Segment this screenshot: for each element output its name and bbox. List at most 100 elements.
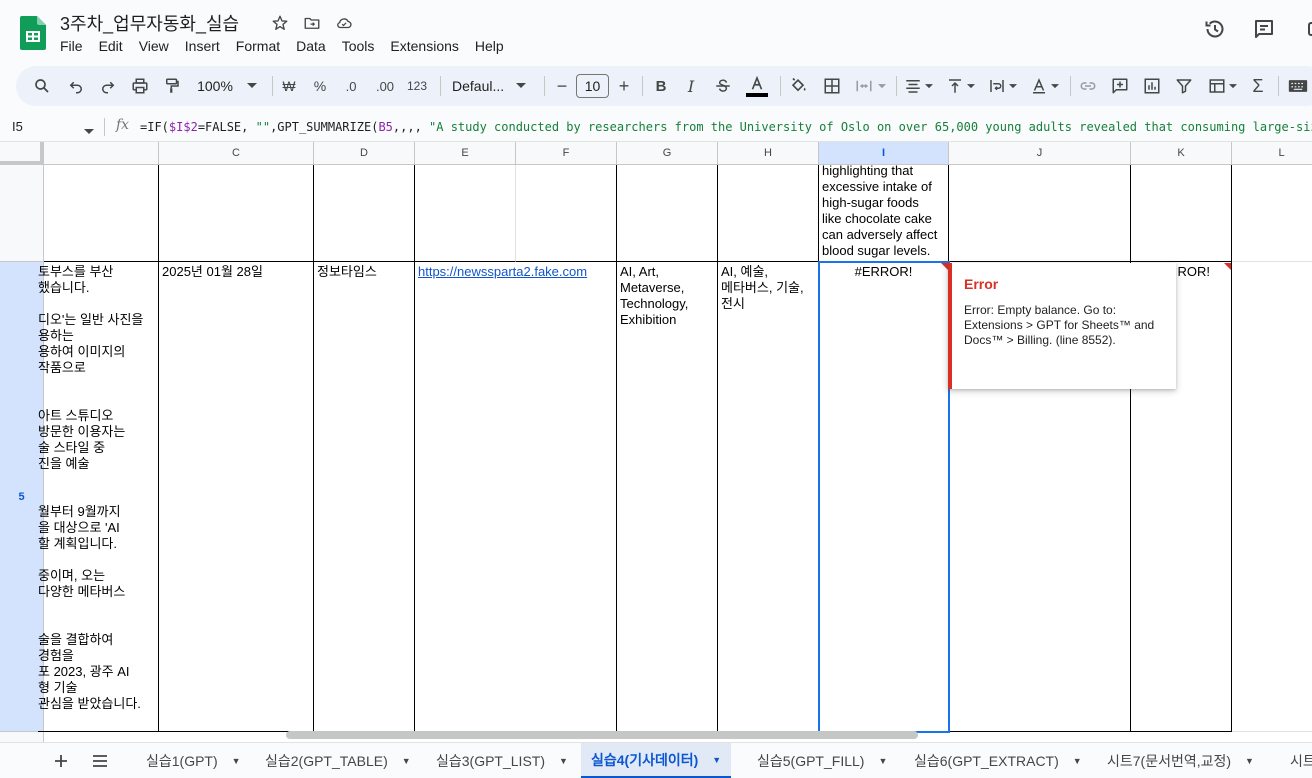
increase-font-size-button[interactable]: + <box>614 66 634 106</box>
bold-button[interactable]: B <box>648 66 674 106</box>
increase-decimal-button[interactable]: .00 <box>370 66 400 106</box>
redo-icon[interactable] <box>94 66 122 106</box>
cell-d4[interactable] <box>314 165 415 262</box>
insert-link-icon[interactable] <box>1074 66 1102 106</box>
cell-i4[interactable]: highlighting that excessive intake of hi… <box>819 165 949 262</box>
cell-k4[interactable] <box>1131 165 1232 262</box>
cell-j4[interactable] <box>949 165 1131 262</box>
all-sheets-icon[interactable] <box>90 751 110 771</box>
insert-chart-icon[interactable] <box>1138 66 1166 106</box>
print-icon[interactable] <box>126 66 154 106</box>
cell-e4[interactable] <box>415 165 516 262</box>
document-title[interactable]: 3주차_업무자동화_실습 <box>60 10 239 36</box>
cell-g5[interactable]: AI, Art, Metaverse, Technology, Exhibiti… <box>617 262 718 732</box>
cell-e5-link[interactable]: https://newssparta2.fake.com <box>415 262 617 732</box>
decrease-font-size-button[interactable]: − <box>552 66 572 106</box>
formula-input[interactable]: =IF($I$2=FALSE, "",GPT_SUMMARIZE(B5,,,, … <box>140 120 1312 134</box>
font-family-select[interactable]: Defaul... <box>446 66 532 106</box>
error-message: Error: Empty balance. Go to: Extensions … <box>964 303 1155 347</box>
column-header-i[interactable]: I <box>819 142 949 165</box>
column-header-f[interactable]: F <box>516 142 617 165</box>
column-header-g[interactable]: G <box>617 142 718 165</box>
format-percent-button[interactable]: % <box>308 66 332 106</box>
sheet-tab-8[interactable]: 시트 <box>1280 743 1312 778</box>
comments-icon[interactable] <box>1249 14 1279 44</box>
font-size-input[interactable]: 10 <box>576 74 609 98</box>
sheet-tab-7[interactable]: 시트7(문서번역,교정) ▼ <box>1097 743 1264 778</box>
menu-edit[interactable]: Edit <box>91 37 131 57</box>
input-tools-icon[interactable] <box>1284 66 1312 106</box>
meet-icon[interactable] <box>1298 14 1312 44</box>
cell-h5[interactable]: AI, 예술, 메타버스, 기술, 전시 <box>718 262 819 732</box>
cell-d5[interactable]: 정보타임스 <box>314 262 415 732</box>
menu-insert[interactable]: Insert <box>177 37 228 57</box>
menu-help[interactable]: Help <box>467 37 512 57</box>
column-header-d[interactable]: D <box>314 142 415 165</box>
column-header-b[interactable] <box>44 142 159 165</box>
cell-g4[interactable] <box>617 165 718 262</box>
filter-icon[interactable] <box>1170 66 1198 106</box>
insert-comment-icon[interactable] <box>1106 66 1134 106</box>
menu-tools[interactable]: Tools <box>334 37 383 57</box>
strikethrough-icon[interactable] <box>710 66 736 106</box>
cell-l5[interactable] <box>1232 262 1312 732</box>
borders-icon[interactable] <box>818 66 846 106</box>
cell-b4[interactable] <box>44 165 159 262</box>
merge-cells-icon[interactable] <box>850 66 890 106</box>
name-box[interactable]: I5 <box>12 119 23 134</box>
column-header-j[interactable]: J <box>949 142 1131 165</box>
sheet-tab-6[interactable]: 실습6(GPT_EXTRACT) ▼ <box>904 743 1092 778</box>
cloud-saved-icon[interactable] <box>332 12 356 34</box>
sheet-tabs-bar: 실습1(GPT) ▼ 실습2(GPT_TABLE) ▼ 실습3(GPT_LIST) ▼… <box>0 742 1312 778</box>
paint-format-icon[interactable] <box>158 66 186 106</box>
filter-views-icon[interactable] <box>1202 66 1242 106</box>
column-header-k[interactable]: K <box>1131 142 1232 165</box>
menu-file[interactable]: File <box>52 37 91 57</box>
sheet-tab-1[interactable]: 실습1(GPT) ▼ <box>136 743 251 778</box>
sheet-tab-5[interactable]: 실습5(GPT_FILL) ▼ <box>747 743 897 778</box>
menu-view[interactable]: View <box>131 37 177 57</box>
column-header-e[interactable]: E <box>415 142 516 165</box>
more-formats-button[interactable]: 123 <box>404 66 430 106</box>
menu-extensions[interactable]: Extensions <box>382 37 466 57</box>
cell-h4[interactable] <box>718 165 819 262</box>
vertical-align-icon[interactable] <box>942 66 978 106</box>
menu-data[interactable]: Data <box>288 37 334 57</box>
move-folder-icon[interactable] <box>300 12 324 34</box>
sheet-tab-2[interactable]: 실습2(GPT_TABLE) ▼ <box>255 743 421 778</box>
cell-b5[interactable]: 토부스를 부산 했습니다. 디오'는 일반 사진을 용하는 용하여 이미지의 작… <box>38 262 159 732</box>
select-all-corner[interactable] <box>0 142 44 165</box>
column-header-l[interactable]: L <box>1232 142 1312 165</box>
zoom-select[interactable]: 100% <box>192 66 262 106</box>
name-box-dropdown-icon[interactable] <box>84 122 94 140</box>
cell-l4[interactable] <box>1232 165 1312 262</box>
sheets-logo-icon[interactable] <box>20 16 46 50</box>
cell-f4[interactable] <box>516 165 617 262</box>
italic-button[interactable]: I <box>678 66 704 106</box>
text-wrapping-icon[interactable] <box>984 66 1020 106</box>
sheet-tab-4-active[interactable]: 실습4(기사데이터) ▼ <box>581 743 732 778</box>
format-currency-button[interactable]: ₩ <box>276 66 302 106</box>
star-icon[interactable] <box>268 12 292 34</box>
cell-c4[interactable] <box>159 165 314 262</box>
decrease-decimal-button[interactable]: .0 <box>338 66 364 106</box>
row-header-4[interactable] <box>0 165 44 262</box>
spreadsheet-grid[interactable]: C D E F G H I J K L 5 highlighting that … <box>0 142 1312 742</box>
undo-icon[interactable] <box>62 66 90 106</box>
row-header-6[interactable] <box>0 732 44 742</box>
horizontal-scrollbar[interactable] <box>286 731 918 739</box>
text-rotation-icon[interactable] <box>1026 66 1062 106</box>
sheet-tab-3[interactable]: 실습3(GPT_LIST) ▼ <box>426 743 578 778</box>
cell-c5[interactable]: 2025년 01월 28일 <box>159 262 314 732</box>
column-header-h[interactable]: H <box>718 142 819 165</box>
fill-color-icon[interactable] <box>784 66 812 106</box>
horizontal-align-icon[interactable] <box>900 66 936 106</box>
menu-format[interactable]: Format <box>228 37 288 57</box>
cell-i5[interactable]: #ERROR! <box>819 262 949 732</box>
functions-button[interactable]: Σ <box>1246 66 1270 106</box>
text-color-icon[interactable] <box>742 66 772 106</box>
add-sheet-icon[interactable] <box>51 751 71 771</box>
column-header-c[interactable]: C <box>159 142 314 165</box>
search-menus-icon[interactable] <box>28 66 56 106</box>
version-history-icon[interactable] <box>1200 14 1230 44</box>
